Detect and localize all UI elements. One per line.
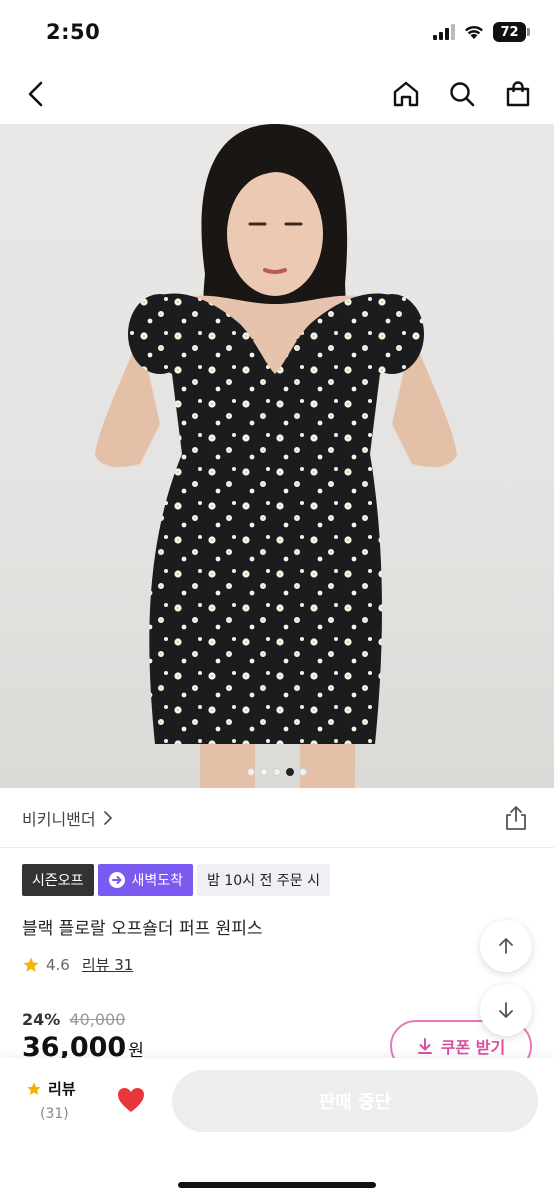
carousel-dot[interactable] — [299, 768, 307, 776]
bag-icon[interactable] — [500, 76, 536, 112]
home-indicator — [178, 1182, 376, 1188]
review-link[interactable]: 리뷰 31 — [82, 954, 133, 975]
carousel-dot[interactable] — [260, 768, 268, 776]
season-off-badge: 시즌오프 — [22, 864, 94, 896]
chevron-left-icon[interactable] — [18, 76, 54, 112]
chevron-right-icon — [103, 811, 112, 825]
rating-value: 4.6 — [46, 955, 70, 974]
price-discount-row: 24% 40,000 — [22, 1010, 125, 1029]
share-icon[interactable] — [502, 804, 530, 832]
star-icon — [27, 1081, 41, 1095]
carousel-dot[interactable] — [273, 768, 281, 776]
scroll-down-button[interactable] — [480, 984, 532, 1036]
wifi-icon — [465, 25, 483, 39]
bottom-review-count: (31) — [40, 1106, 69, 1122]
scroll-up-button[interactable] — [480, 920, 532, 972]
order-cutoff-badge: 밤 10시 전 주문 시 — [197, 864, 330, 896]
carousel-dot-active[interactable] — [286, 768, 294, 776]
arrow-down-icon — [499, 1002, 513, 1018]
status-time: 2:50 — [46, 20, 101, 44]
product-image[interactable] — [0, 124, 554, 788]
dawn-arrow-icon — [108, 872, 125, 888]
signal-icon — [433, 24, 455, 40]
status-icons: 72 — [433, 22, 530, 42]
dawn-delivery-label: 새벽도착 — [131, 873, 184, 889]
carousel-dots — [0, 768, 554, 776]
download-icon — [417, 1038, 432, 1054]
rating-row: 4.6 리뷰 31 — [22, 954, 133, 975]
brand-link[interactable]: 비키니밴더 — [22, 806, 114, 830]
heart-icon[interactable] — [116, 1086, 146, 1114]
status-bar: 2:50 72 — [0, 0, 554, 62]
sold-out-button[interactable]: 판매 중단 — [172, 1070, 538, 1132]
original-price: 40,000 — [69, 1010, 126, 1029]
battery-level: 72 — [493, 22, 526, 42]
coupon-label: 쿠폰 받기 — [440, 1038, 506, 1057]
dawn-delivery-badge: 새벽도착 — [97, 864, 194, 896]
product-title: 블랙 플로랄 오프숄더 퍼프 원피스 — [22, 919, 263, 939]
bottom-review-button[interactable]: 리뷰 — [26, 1078, 76, 1099]
search-icon[interactable] — [444, 76, 480, 112]
model-photo — [95, 124, 457, 788]
star-icon — [23, 957, 39, 972]
carousel-dot[interactable] — [247, 768, 255, 776]
battery-icon: 72 — [493, 22, 530, 42]
bottom-action-bar: 리뷰 (31) 판매 중단 — [0, 1058, 554, 1200]
badge-row: 시즌오프 새벽도착 밤 10시 전 주문 시 — [22, 864, 330, 896]
home-icon[interactable] — [388, 76, 424, 112]
brand-name: 비키니밴더 — [22, 810, 96, 829]
bottom-review-label: 리뷰 — [48, 1080, 76, 1098]
top-nav — [0, 62, 554, 124]
brand-row: 비키니밴더 — [0, 788, 554, 848]
arrow-up-icon — [499, 938, 513, 954]
discount-rate: 24% — [22, 1010, 61, 1029]
